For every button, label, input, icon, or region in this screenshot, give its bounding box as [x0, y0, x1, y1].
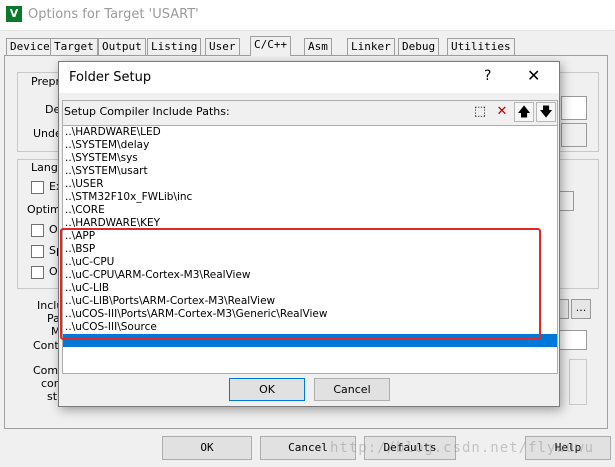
tab-target[interactable]: Target	[50, 38, 98, 55]
ok-button[interactable]: OK	[162, 436, 252, 460]
dialog-title: Folder Setup	[69, 70, 152, 85]
tab-linker[interactable]: Linker	[347, 38, 395, 55]
options-titlebar: V Options for Target 'USART'	[0, 0, 615, 31]
compiler-control-scrollbar[interactable]	[569, 359, 587, 405]
tab-debug[interactable]: Debug	[398, 38, 440, 55]
undefine-field[interactable]	[561, 123, 587, 147]
dialog-cancel-button[interactable]: Cancel	[314, 378, 390, 401]
keil-app-icon: V	[6, 6, 22, 22]
move-up-icon[interactable]: 🡅	[514, 102, 534, 122]
option-checkbox-2[interactable]	[31, 245, 44, 258]
list-item[interactable]: ..\SYSTEM\usart	[65, 165, 148, 178]
misc-controls-field[interactable]	[557, 330, 587, 350]
tab-c-cpp[interactable]: C/C++	[250, 36, 292, 56]
dialog-ok-button[interactable]: OK	[229, 378, 305, 401]
option-checkbox-1[interactable]	[31, 224, 44, 237]
include-paths-browse-button[interactable]: ...	[571, 299, 591, 319]
dialog-titlebar: Folder Setup ? ✕	[59, 62, 559, 93]
list-item[interactable]: ..\SYSTEM\sys	[65, 152, 138, 165]
define-field[interactable]	[561, 96, 587, 120]
help-icon[interactable]: ?	[484, 68, 491, 84]
tab-device[interactable]: Device	[6, 38, 54, 55]
list-item[interactable]: ..\HARDWARE\LED	[65, 126, 161, 139]
tab-utilities[interactable]: Utilities	[447, 38, 515, 55]
delete-icon[interactable]: ✕	[492, 102, 512, 122]
list-item[interactable]: ..\CORE	[65, 204, 105, 217]
tab-listing[interactable]: Listing	[147, 38, 202, 55]
list-item[interactable]: ..\STM32F10x_FWLib\inc	[65, 191, 192, 204]
execute-only-checkbox[interactable]	[31, 181, 44, 194]
tab-output[interactable]: Output	[98, 38, 146, 55]
tab-asm[interactable]: Asm	[304, 38, 332, 55]
move-down-icon[interactable]: 🡇	[536, 102, 556, 122]
new-folder-icon[interactable]: ⬚	[470, 102, 490, 122]
blog-watermark: http://blog.csdn.net/flywuwu	[330, 440, 595, 456]
list-item[interactable]: ..\SYSTEM\delay	[65, 139, 149, 152]
annotation-highlight-box	[60, 228, 541, 340]
option-checkbox-3[interactable]	[31, 266, 44, 279]
list-item[interactable]: ..\USER	[65, 178, 104, 191]
options-tabstrip: Device Target Output Listing User C/C++ …	[6, 36, 606, 56]
misc-control[interactable]	[558, 191, 574, 211]
close-icon[interactable]: ✕	[527, 66, 540, 85]
tab-user[interactable]: User	[205, 38, 240, 55]
include-paths-label: Setup Compiler Include Paths:	[64, 105, 230, 118]
options-window-title: Options for Target 'USART'	[28, 7, 199, 22]
